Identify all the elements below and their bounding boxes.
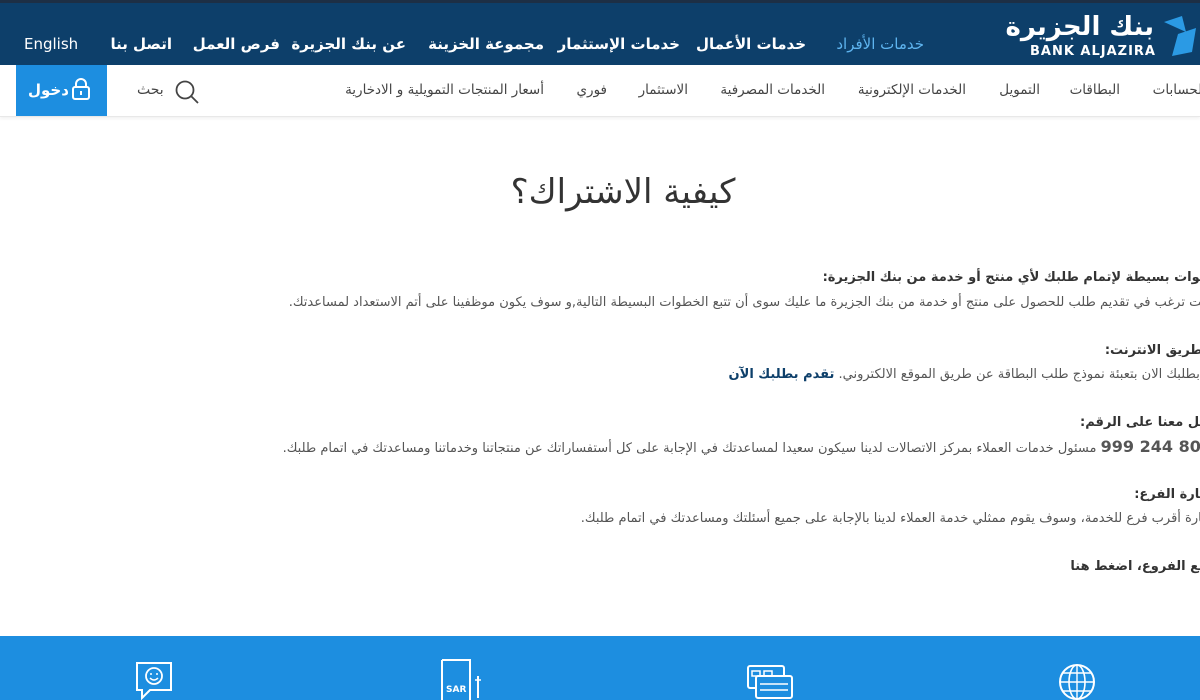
sar-document-icon[interactable]: SAR — [440, 658, 486, 700]
online-row: م بطلبك الان بتعبئة نموذج طلب البطاقة عن… — [729, 367, 1200, 382]
branches-link-text: اقع الفروع، اضغط هنا — [1070, 559, 1200, 574]
phone-number[interactable]: 800 244 999 — [1101, 437, 1200, 456]
call-text: مسئول خدمات العملاء بمركز الاتصالات لدين… — [282, 441, 1097, 456]
call-heading: صل معنا على الرقم: — [1080, 415, 1200, 430]
online-heading: ، طريق الانترنت: — [1104, 343, 1200, 358]
online-text: م بطلبك الان بتعبئة نموذج طلب البطاقة عن… — [838, 367, 1200, 382]
sar-label: SAR — [446, 685, 466, 695]
chat-icon[interactable] — [134, 660, 174, 700]
call-row: 800 244 999 مسئول خدمات العملاء بمركز ال… — [283, 437, 1200, 456]
branch-text: زيارة أقرب فرع للخدمة، وسوف يقوم ممثلي خ… — [580, 511, 1200, 526]
main-content: طوات بسيطة لإتمام طلبك لأي منتج أو خدمة … — [0, 0, 1200, 636]
branches-link[interactable]: اقع الفروع، اضغط هنا — [1070, 559, 1200, 574]
globe-icon[interactable] — [1057, 662, 1097, 700]
apply-now-link[interactable]: تقدم بطلبك الآن — [729, 367, 835, 382]
intro-heading: طوات بسيطة لإتمام طلبك لأي منتج أو خدمة … — [822, 270, 1200, 285]
footer-band: SAR — [0, 636, 1200, 700]
intro-text: كنت ترغب في تقديم طلب للحصول على منتج أو… — [288, 295, 1200, 310]
cards-icon[interactable] — [746, 664, 794, 700]
branch-heading: زيارة الفرع: — [1134, 487, 1200, 502]
